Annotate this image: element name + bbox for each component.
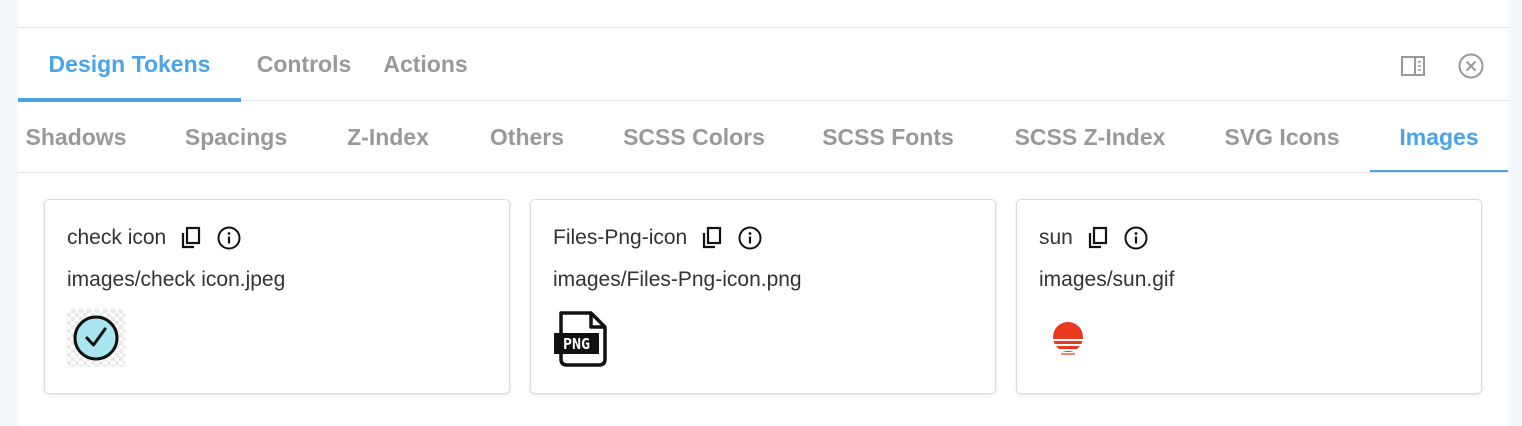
- panel-orientation-button[interactable]: [1399, 52, 1427, 80]
- subtab-scss-z-index[interactable]: SCSS Z-Index: [994, 101, 1186, 172]
- card-title: check icon: [67, 226, 167, 249]
- info-button[interactable]: [216, 225, 242, 251]
- copy-icon: [1088, 226, 1107, 249]
- subtab-shadows[interactable]: Shadows: [18, 101, 134, 172]
- subtab-spacings[interactable]: Spacings: [160, 101, 312, 172]
- image-card: check icon images/check icon.jpeg: [44, 199, 510, 394]
- close-circle-icon: [1458, 53, 1484, 79]
- copy-icon: [703, 226, 722, 249]
- subtab-scss-colors[interactable]: SCSS Colors: [606, 101, 782, 172]
- card-title-row: Files-Png-icon: [553, 222, 775, 254]
- image-path: images/check icon.jpeg: [67, 268, 286, 291]
- copy-button[interactable]: [699, 225, 725, 251]
- card-title-row: check icon: [67, 222, 254, 254]
- panel-right-icon: [1401, 56, 1425, 76]
- copy-icon: [182, 226, 201, 249]
- card-title: sun: [1039, 226, 1073, 249]
- subtab-others[interactable]: Others: [470, 101, 584, 172]
- image-card: Files-Png-icon images/Files-Png-icon.png: [530, 199, 996, 394]
- tab-controls[interactable]: Controls: [241, 28, 367, 101]
- card-title-row: sun: [1039, 222, 1161, 254]
- image-preview: [67, 309, 125, 367]
- subtab-svg-icons[interactable]: SVG Icons: [1208, 101, 1356, 172]
- card-title: Files-Png-icon: [553, 226, 688, 249]
- image-preview: PNG: [553, 309, 611, 367]
- tab-design-tokens[interactable]: Design Tokens: [18, 28, 241, 102]
- main-tab-bar: Design Tokens Controls Actions: [18, 28, 1508, 102]
- top-strip: [18, 0, 1508, 28]
- tab-actions[interactable]: Actions: [367, 28, 484, 101]
- info-button[interactable]: [1123, 225, 1149, 251]
- image-path: images/Files-Png-icon.png: [553, 268, 802, 291]
- image-preview: [1039, 309, 1097, 367]
- sun-icon: [1051, 322, 1085, 355]
- info-icon: [738, 226, 762, 250]
- png-label: PNG: [563, 335, 590, 353]
- check-circle-icon: [73, 315, 119, 361]
- info-button[interactable]: [737, 225, 763, 251]
- subtab-scss-fonts[interactable]: SCSS Fonts: [804, 101, 972, 172]
- copy-button[interactable]: [178, 225, 204, 251]
- sub-tab-bar: Shadows Spacings Z-Index Others SCSS Col…: [18, 101, 1508, 173]
- info-icon: [1124, 226, 1148, 250]
- subtab-images[interactable]: Images: [1370, 101, 1508, 172]
- addon-panel: Design Tokens Controls Actions Shadows S…: [18, 0, 1508, 426]
- subtab-z-index[interactable]: Z-Index: [328, 101, 448, 172]
- info-icon: [217, 226, 241, 250]
- image-card: sun images/sun.gif: [1016, 199, 1482, 394]
- close-panel-button[interactable]: [1457, 52, 1485, 80]
- image-path: images/sun.gif: [1039, 268, 1175, 291]
- png-file-icon: PNG: [554, 311, 607, 367]
- copy-button[interactable]: [1085, 225, 1111, 251]
